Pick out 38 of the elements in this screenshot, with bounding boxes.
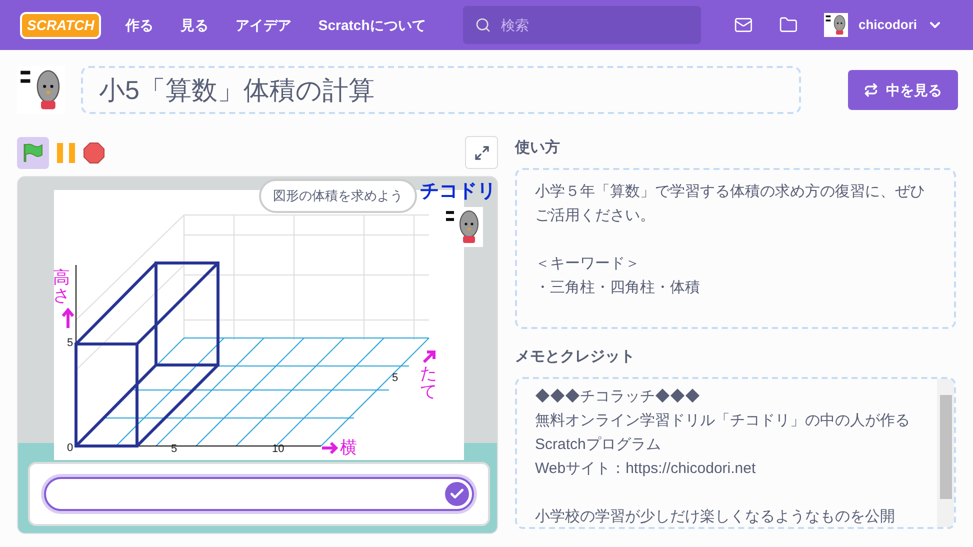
stop-icon[interactable] bbox=[83, 142, 105, 164]
axis-tick: 0 bbox=[67, 442, 74, 454]
see-inside-button[interactable]: 中を見る bbox=[848, 70, 958, 110]
nav-link[interactable]: アイデア bbox=[235, 14, 292, 36]
axis-label: 横 bbox=[340, 438, 357, 458]
nav-link[interactable]: Scratchについて bbox=[318, 14, 426, 36]
notes-text: ◆◆◆チコラッチ◆◆◆ bbox=[535, 387, 701, 407]
speech-bubble: 図形の体積を求めよう bbox=[259, 179, 417, 213]
project-title-field[interactable]: 小5「算数」体積の計算 bbox=[81, 66, 801, 114]
fullscreen-button[interactable] bbox=[465, 136, 498, 169]
section-heading: メモとクレジット bbox=[515, 347, 636, 367]
search-field[interactable]: 検索 bbox=[462, 6, 701, 44]
stage-logo: チコドリ bbox=[420, 181, 496, 203]
search-icon bbox=[474, 17, 491, 33]
scrollbar[interactable] bbox=[937, 379, 954, 527]
swap-icon bbox=[864, 83, 878, 97]
axis-tick: 5 bbox=[67, 337, 74, 349]
instructions-text: ＜キーワード＞ bbox=[535, 254, 641, 274]
mascot-icon bbox=[824, 13, 848, 37]
notes-text: Webサイト：https://chicodori.net bbox=[535, 459, 757, 479]
flag-icon bbox=[22, 142, 44, 162]
fullscreen-icon bbox=[474, 144, 490, 160]
axis-label: たて bbox=[420, 365, 438, 401]
scrollbar-thumb[interactable] bbox=[940, 395, 952, 499]
instructions-text: 小学５年「算数」で学習する体積の求め方の復習に、ぜひご活用ください。 bbox=[535, 182, 926, 226]
axis-tick: 5 bbox=[392, 372, 398, 384]
nav-link[interactable]: 作る bbox=[125, 14, 154, 36]
axis-tick: 5 bbox=[171, 443, 178, 455]
username[interactable]: chicodori bbox=[858, 15, 917, 35]
nav-link[interactable]: 見る bbox=[180, 14, 208, 36]
axis-tick: 10 bbox=[272, 443, 284, 455]
axis-label: 高さ bbox=[53, 269, 71, 305]
answer-field[interactable] bbox=[44, 477, 474, 511]
notes-text: 小学校の学習が少しだけ楽しくなるようなものを公開 bbox=[535, 507, 896, 527]
notes-text: 無料オンライン学習ドリル「チコドリ」の中の人が作るScratchプログラム bbox=[535, 411, 911, 455]
flag-button[interactable] bbox=[17, 136, 49, 168]
instructions-text: ・三角柱・四角柱・体積 bbox=[535, 278, 701, 298]
section-heading: 使い方 bbox=[515, 138, 561, 158]
